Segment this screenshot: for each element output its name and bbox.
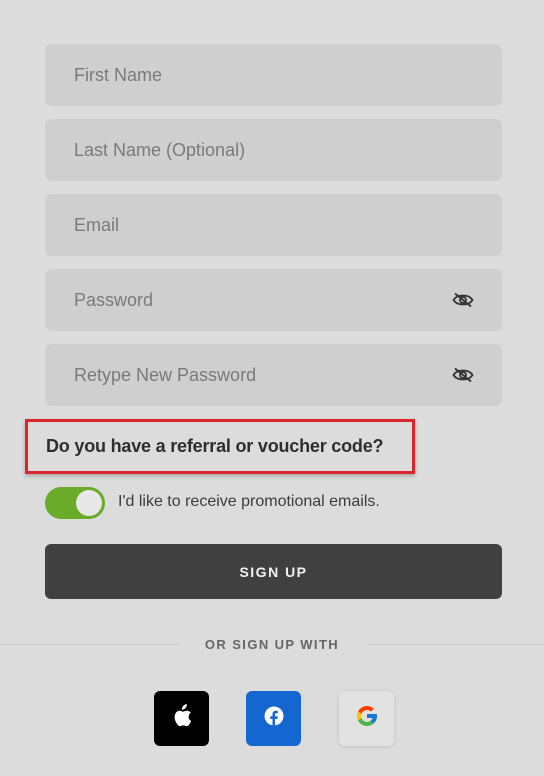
- retype-password-input[interactable]: [72, 363, 452, 387]
- eye-slash-icon[interactable]: [452, 292, 474, 308]
- first-name-input[interactable]: [72, 63, 474, 87]
- retype-password-field[interactable]: [45, 344, 502, 406]
- promo-emails-label: I'd like to receive promotional emails.: [118, 493, 380, 510]
- referral-highlight-box: Do you have a referral or voucher code?: [25, 419, 415, 474]
- divider-line-right: [367, 644, 544, 645]
- toggle-knob: [76, 490, 102, 516]
- password-input[interactable]: [72, 288, 452, 312]
- apple-sign-up-button[interactable]: [154, 691, 209, 746]
- first-name-field[interactable]: [45, 44, 502, 106]
- facebook-icon: [264, 706, 284, 731]
- facebook-sign-up-button[interactable]: [246, 691, 301, 746]
- promo-emails-toggle[interactable]: [45, 487, 105, 519]
- email-input[interactable]: [72, 213, 474, 237]
- eye-slash-icon[interactable]: [452, 367, 474, 383]
- apple-icon: [172, 704, 192, 733]
- email-field[interactable]: [45, 194, 502, 256]
- google-icon: [355, 704, 379, 733]
- last-name-field[interactable]: [45, 119, 502, 181]
- last-name-input[interactable]: [72, 138, 474, 162]
- sign-up-button[interactable]: SIGN UP: [45, 544, 502, 599]
- referral-code-link[interactable]: Do you have a referral or voucher code?: [46, 436, 384, 457]
- password-field[interactable]: [45, 269, 502, 331]
- google-sign-up-button[interactable]: [339, 691, 394, 746]
